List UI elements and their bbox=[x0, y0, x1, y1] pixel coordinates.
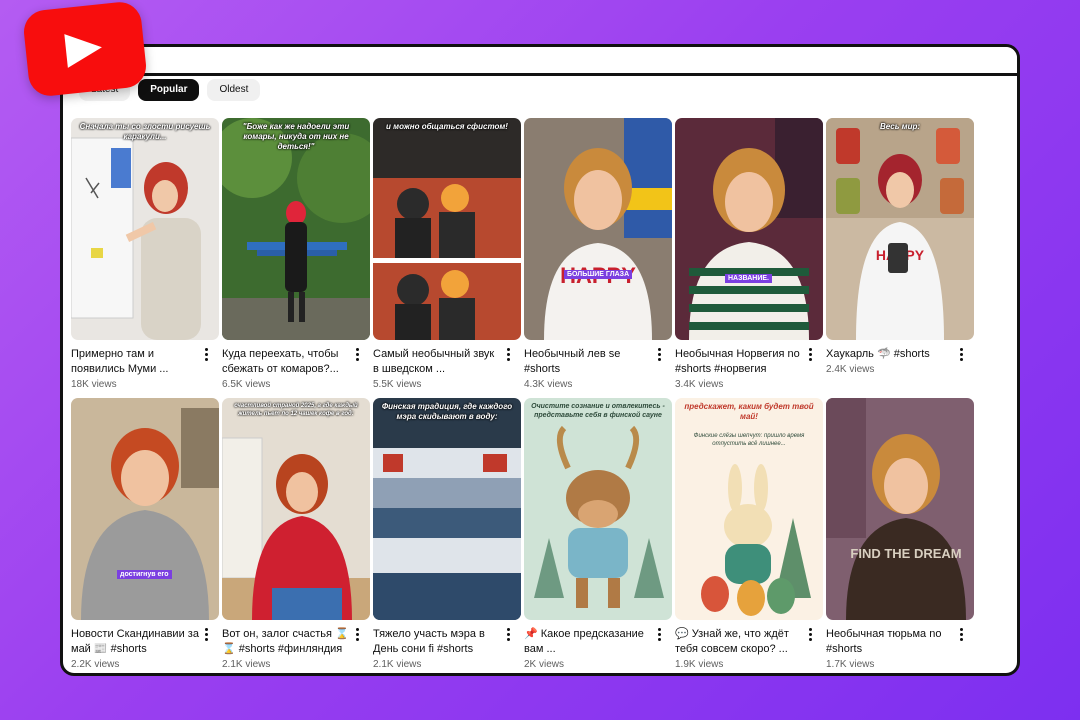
short-title[interactable]: Необычная тюрьма no #shorts bbox=[826, 627, 954, 657]
thumbnail-caption: и можно общаться сфистом! bbox=[386, 122, 508, 131]
short-views: 5.5K views bbox=[373, 379, 422, 390]
short-card[interactable]: предскажет, каким будет твой май! Фински… bbox=[675, 398, 823, 673]
short-views: 2.1K views bbox=[373, 659, 422, 670]
short-card[interactable]: Сначала ты со злости рисуешь каракули...… bbox=[71, 118, 219, 394]
short-title[interactable]: 💬 Узнай же, что ждёт тебя совсем скоро? … bbox=[675, 627, 803, 657]
svg-text:FIND THE DREAM: FIND THE DREAM bbox=[850, 546, 961, 561]
chip-popular[interactable]: Popular bbox=[138, 79, 200, 101]
more-vert-icon[interactable] bbox=[503, 348, 513, 362]
chip-oldest[interactable]: Oldest bbox=[207, 79, 261, 101]
thumbnail-caption: Весь мир: bbox=[879, 122, 921, 131]
short-thumbnail[interactable]: "Боже как же надоели эти комары, никуда … bbox=[222, 118, 370, 340]
short-thumbnail[interactable]: предскажет, каким будет твой май! Фински… bbox=[675, 398, 823, 620]
short-card[interactable]: счастливой страной 2025, а где каждый жи… bbox=[222, 398, 370, 673]
short-title[interactable]: Хаукарль 🦈 #shorts bbox=[826, 347, 954, 362]
youtube-logo-icon bbox=[21, 0, 149, 98]
short-views: 6.5K views bbox=[222, 379, 271, 390]
short-title[interactable]: Самый необычный звук в шведском ... bbox=[373, 347, 501, 377]
short-thumbnail[interactable]: Очистите сознание и отвлекитесь - предст… bbox=[524, 398, 672, 620]
thumbnail-caption: Очистите сознание и отвлекитесь - предст… bbox=[531, 403, 665, 419]
short-views: 1.9K views bbox=[675, 659, 724, 670]
more-vert-icon[interactable] bbox=[352, 628, 362, 642]
more-vert-icon[interactable] bbox=[805, 348, 815, 362]
short-thumbnail[interactable]: и можно общаться сфистом! bbox=[373, 118, 521, 340]
thumbnail-tag: НАЗВАНИЕ. bbox=[725, 274, 772, 283]
more-vert-icon[interactable] bbox=[201, 628, 211, 642]
short-thumbnail[interactable]: FIND THE DREAM bbox=[826, 398, 974, 620]
more-vert-icon[interactable] bbox=[352, 348, 362, 362]
short-thumbnail[interactable]: HAPPY БОЛЬШИЕ ГЛАЗА bbox=[524, 118, 672, 340]
short-title[interactable]: Необычный лев se #shorts bbox=[524, 347, 652, 377]
short-thumbnail[interactable]: счастливой страной 2025, а где каждый жи… bbox=[222, 398, 370, 620]
more-vert-icon[interactable] bbox=[503, 628, 513, 642]
short-thumbnail[interactable]: достигнув его bbox=[71, 398, 219, 620]
short-title[interactable]: Вот он, залог счастья ⌛ ⌛ #shorts #финля… bbox=[222, 627, 350, 657]
short-card[interactable]: HAPPY Весь мир: Хаукарль 🦈 #shorts 2.4K … bbox=[826, 118, 974, 394]
short-card[interactable]: "Боже как же надоели эти комары, никуда … bbox=[222, 118, 370, 394]
short-views: 4.3K views bbox=[524, 379, 573, 390]
shorts-grid: Сначала ты со злости рисуешь каракули...… bbox=[71, 118, 974, 673]
more-vert-icon[interactable] bbox=[201, 348, 211, 362]
more-vert-icon[interactable] bbox=[956, 348, 966, 362]
short-title[interactable]: Куда переехать, чтобы сбежать от комаров… bbox=[222, 347, 350, 377]
thumbnail-caption: Финская традиция, где каждого мэра скиды… bbox=[381, 402, 513, 421]
short-views: 2.4K views bbox=[826, 364, 875, 375]
thumbnail-caption: "Боже как же надоели эти комары, никуда … bbox=[242, 122, 350, 151]
window-top-bar bbox=[63, 47, 1017, 76]
thumbnail-subcaption: Финские слёзы шепчут: пришло время отпус… bbox=[693, 433, 805, 447]
short-title[interactable]: Тяжело участь мэра в День сони fi #short… bbox=[373, 627, 501, 657]
more-vert-icon[interactable] bbox=[654, 628, 664, 642]
short-thumbnail[interactable]: Сначала ты со злости рисуешь каракули... bbox=[71, 118, 219, 340]
short-title[interactable]: Новости Скандинавии за май 📰 #shorts bbox=[71, 627, 199, 657]
short-views: 2K views bbox=[524, 659, 565, 670]
short-views: 18K views bbox=[71, 379, 117, 390]
thumbnail-caption: счастливой страной 2025, а где каждый жи… bbox=[234, 403, 358, 417]
more-vert-icon[interactable] bbox=[956, 628, 966, 642]
thumbnail-tag: БОЛЬШИЕ ГЛАЗА bbox=[564, 270, 633, 279]
short-card[interactable]: Очистите сознание и отвлекитесь - предст… bbox=[524, 398, 672, 673]
short-card[interactable]: достигнув его Новости Скандинавии за май… bbox=[71, 398, 219, 673]
short-thumbnail[interactable]: НАЗВАНИЕ. bbox=[675, 118, 823, 340]
short-thumbnail[interactable]: Финская традиция, где каждого мэра скиды… bbox=[373, 398, 521, 620]
short-card[interactable]: HAPPY БОЛЬШИЕ ГЛАЗА Необычный лев se #sh… bbox=[524, 118, 672, 394]
short-card[interactable]: и можно общаться сфистом! Самый необычны… bbox=[373, 118, 521, 394]
channel-shorts-window: Latest Popular Oldest Сначала ты со злос… bbox=[60, 44, 1020, 676]
short-views: 1.7K views bbox=[826, 659, 875, 670]
more-vert-icon[interactable] bbox=[805, 628, 815, 642]
short-views: 2.1K views bbox=[222, 659, 271, 670]
short-thumbnail[interactable]: HAPPY Весь мир: bbox=[826, 118, 974, 340]
short-title[interactable]: 📌 Какое предсказание вам ... bbox=[524, 627, 652, 657]
thumbnail-tag: достигнув его bbox=[117, 570, 172, 579]
short-title[interactable]: Примерно там и появились Муми ... bbox=[71, 347, 199, 377]
short-views: 2.2K views bbox=[71, 659, 120, 670]
thumbnail-caption: Сначала ты со злости рисуешь каракули... bbox=[79, 122, 211, 141]
short-card[interactable]: НАЗВАНИЕ. Необычная Норвегия no #shorts … bbox=[675, 118, 823, 394]
more-vert-icon[interactable] bbox=[654, 348, 664, 362]
short-title[interactable]: Необычная Норвегия no #shorts #норвегия bbox=[675, 347, 803, 377]
short-card[interactable]: FIND THE DREAM Необычная тюрьма no #shor… bbox=[826, 398, 974, 673]
thumbnail-caption: предскажет, каким будет твой май! bbox=[684, 402, 814, 421]
short-card[interactable]: Финская традиция, где каждого мэра скиды… bbox=[373, 398, 521, 673]
short-views: 3.4K views bbox=[675, 379, 724, 390]
